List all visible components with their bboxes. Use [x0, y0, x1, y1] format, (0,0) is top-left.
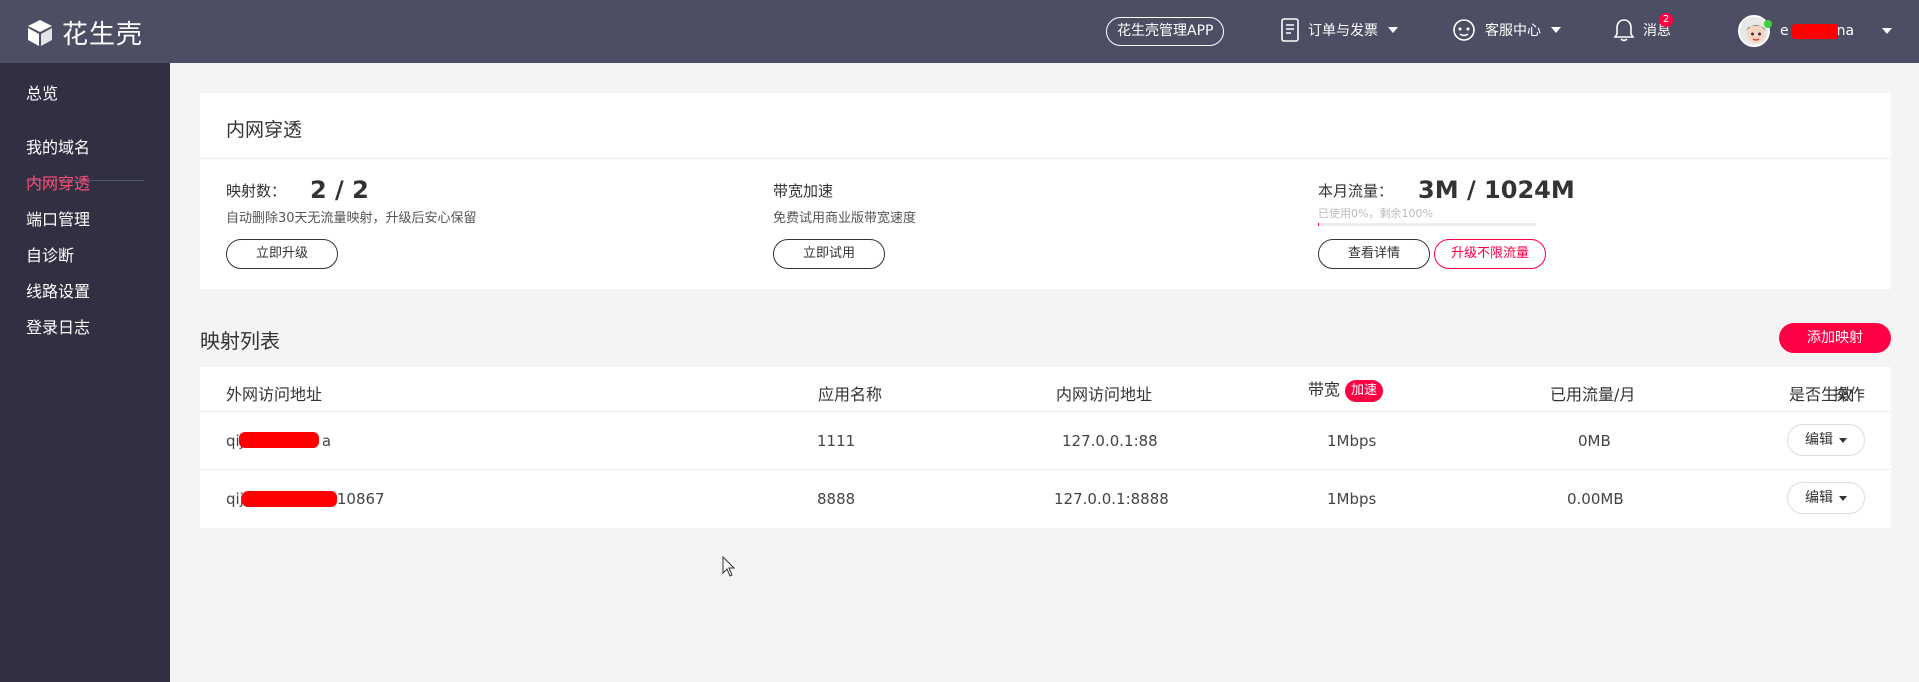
- overview-card: 内网穿透 映射数： 2 / 2 自动删除30天无流量映射，升级后安心保留 立即升…: [200, 93, 1891, 289]
- internal-address-cell: 127.0.0.1:8888: [1054, 490, 1169, 508]
- sidebar-item-self-diagnosis[interactable]: 自诊断: [26, 242, 74, 266]
- user-name-prefix: e: [1780, 23, 1789, 39]
- monthly-traffic-value: 3M / 1024M: [1418, 176, 1575, 204]
- orders-invoices-menu[interactable]: 订单与发票: [1280, 18, 1398, 42]
- column-header-internal-address: 内网访问地址: [1056, 385, 1153, 404]
- address-suffix: 10867: [336, 490, 385, 508]
- traffic-progress-bar: [1318, 223, 1536, 226]
- mappings-label: 映射数：: [226, 182, 287, 200]
- bandwidth-description: 免费试用商业版带宽速度: [773, 211, 917, 226]
- redaction-mark: [242, 491, 337, 507]
- chevron-down-icon: [1839, 495, 1847, 501]
- upgrade-unlimited-traffic-button[interactable]: 升级不限流量: [1434, 239, 1546, 269]
- view-details-button[interactable]: 查看详情: [1318, 239, 1430, 269]
- manager-app-button[interactable]: 花生壳管理APP: [1106, 17, 1225, 46]
- edit-button[interactable]: 编辑: [1787, 424, 1865, 456]
- column-header-bandwidth: 带宽 加速: [1308, 376, 1384, 402]
- edit-label: 编辑: [1805, 432, 1833, 448]
- orders-invoices-label: 订单与发票: [1308, 23, 1378, 39]
- column-header-actions: 操作: [1833, 385, 1866, 404]
- app-name-cell: 1111: [817, 432, 856, 450]
- speed-boost-badge[interactable]: 加速: [1345, 379, 1384, 402]
- bell-icon: [1613, 19, 1635, 42]
- chevron-down-icon: [1388, 27, 1398, 33]
- overview-title: 内网穿透: [226, 119, 303, 141]
- sidebar: 总览 我的域名 内网穿透 端口管理 自诊断 线路设置 登录日志: [0, 63, 170, 682]
- sidebar-item-domains[interactable]: 我的域名: [26, 134, 90, 158]
- edit-label: 编辑: [1805, 490, 1833, 506]
- logo[interactable]: 花生壳: [26, 14, 143, 51]
- mappings-description: 自动删除30天无流量映射，升级后安心保留: [226, 211, 477, 226]
- sidebar-item-line-settings[interactable]: 线路设置: [26, 278, 90, 302]
- bandwidth-label: 带宽加速: [773, 182, 834, 200]
- logo-text: 花生壳: [62, 20, 144, 50]
- redaction-mark: [239, 432, 319, 448]
- messages-count-badge: 2: [1659, 13, 1673, 27]
- chevron-down-icon: [1839, 437, 1847, 443]
- user-menu[interactable]: e na: [1738, 15, 1892, 47]
- column-header-external-address: 外网访问地址: [226, 385, 323, 404]
- bandwidth-cell: 1Mbps: [1327, 490, 1377, 508]
- chevron-down-icon: [1551, 27, 1561, 33]
- add-mapping-button[interactable]: 添加映射: [1779, 323, 1891, 353]
- column-header-app-name: 应用名称: [818, 385, 883, 404]
- chevron-down-icon[interactable]: [1882, 28, 1892, 34]
- app-name-cell: 8888: [817, 490, 856, 508]
- messages-link[interactable]: 消息 2: [1613, 13, 1673, 42]
- service-center-menu[interactable]: 客服中心: [1451, 18, 1561, 42]
- divider: [200, 411, 1891, 412]
- sidebar-item-intranet-penetration[interactable]: 内网穿透: [26, 170, 90, 194]
- service-center-label: 客服中心: [1485, 23, 1541, 39]
- address-suffix: a: [321, 432, 332, 450]
- user-name-suffix: na: [1836, 23, 1855, 39]
- user-name: e na: [1780, 23, 1872, 39]
- peanut-shell-logo-icon: [28, 19, 52, 46]
- redaction-mark: [1792, 24, 1838, 39]
- online-status-dot: [1764, 20, 1772, 28]
- traffic-cell: 0.00MB: [1567, 490, 1624, 508]
- sidebar-item-overview[interactable]: 总览: [26, 80, 58, 104]
- sidebar-item-login-log[interactable]: 登录日志: [26, 314, 90, 338]
- try-now-button[interactable]: 立即试用: [773, 239, 885, 269]
- mappings-value: 2 / 2: [310, 176, 369, 204]
- divider: [200, 469, 1891, 470]
- customer-service-icon: [1453, 19, 1475, 41]
- upgrade-now-button[interactable]: 立即升级: [226, 239, 338, 269]
- top-bar: 花生壳 花生壳管理APP 订单与发票 客服中心 消息 2 e na: [0, 0, 1919, 63]
- bandwidth-cell: 1Mbps: [1327, 432, 1377, 450]
- column-header-monthly-traffic: 已用流量/月: [1550, 385, 1636, 404]
- traffic-progress-fill: [1318, 223, 1319, 226]
- sidebar-item-port-management[interactable]: 端口管理: [26, 206, 90, 230]
- bandwidth-header-label: 带宽: [1308, 380, 1341, 399]
- divider: [200, 158, 1891, 159]
- traffic-usage-text: 已使用0%，剩余100%: [1318, 207, 1433, 220]
- mouse-pointer-icon: [722, 556, 736, 577]
- invoice-icon: [1281, 18, 1299, 42]
- mapping-table: 外网访问地址 应用名称 内网访问地址 带宽 加速 已用流量/月 是否生效 操作 q…: [200, 367, 1891, 528]
- edit-button[interactable]: 编辑: [1787, 482, 1865, 514]
- internal-address-cell: 127.0.0.1:88: [1062, 432, 1158, 450]
- mapping-list-title: 映射列表: [200, 329, 280, 353]
- traffic-cell: 0MB: [1578, 432, 1611, 450]
- monthly-traffic-label: 本月流量：: [1318, 182, 1394, 200]
